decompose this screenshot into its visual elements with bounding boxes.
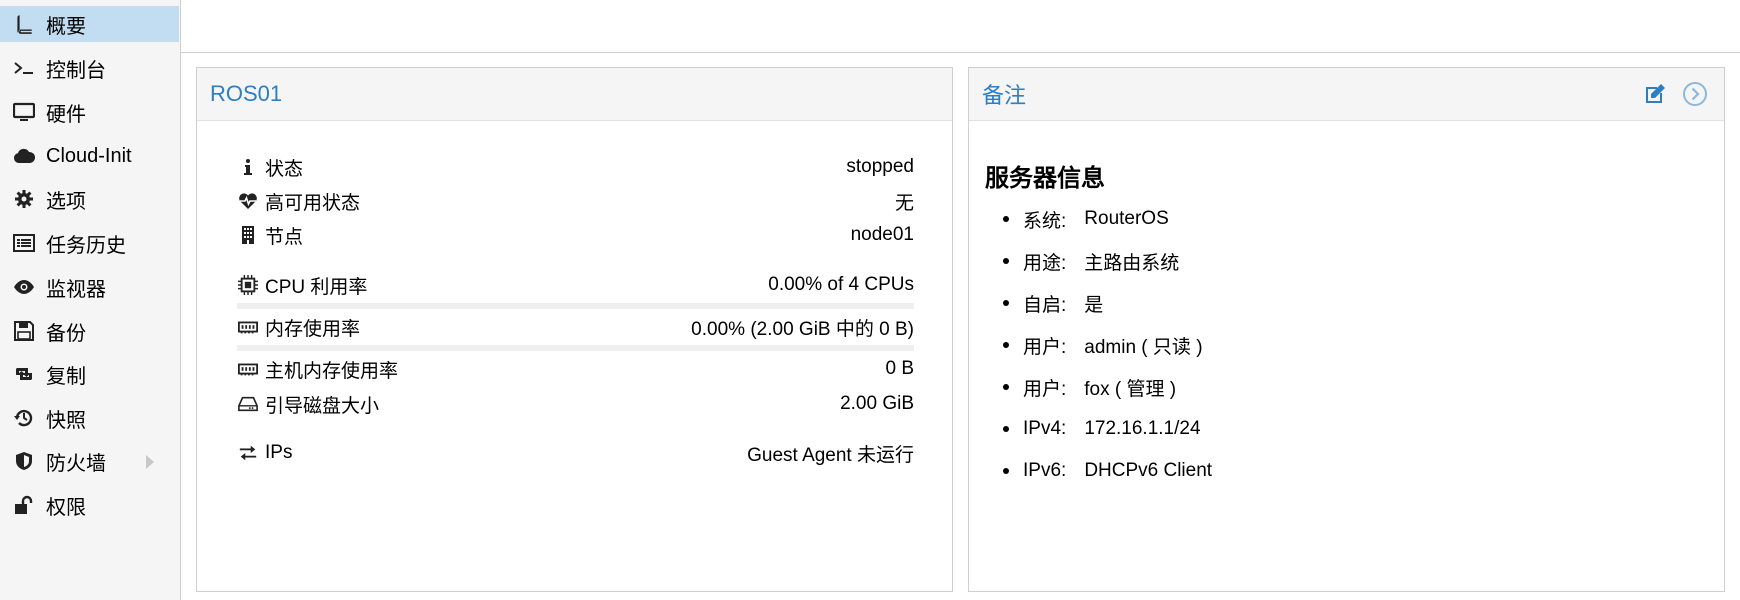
sidebar-item-firewall[interactable]: 防火墙 (0, 443, 179, 479)
sidebar-item-options[interactable]: 选项 (0, 181, 179, 217)
status-label: 状态 (265, 158, 304, 180)
exchange-icon (237, 442, 259, 464)
status-row-ips: IPs Guest Agent 未运行 (237, 438, 914, 468)
list-item: 系统: RouterOS (993, 198, 1212, 240)
status-row-state: 状态 stopped (237, 152, 914, 182)
list-item: IPv6: DHCPv6 Client (993, 450, 1212, 492)
sidebar-item-label: 权限 (46, 496, 86, 519)
sidebar-item-summary[interactable]: 概要 (0, 6, 179, 42)
sidebar-item-cloud-init[interactable]: Cloud-Init (0, 138, 179, 174)
status-label: 内存使用率 (265, 318, 361, 340)
cloud-icon (12, 144, 36, 168)
memory-icon (237, 316, 259, 338)
list-item: 用途: 主路由系统 (993, 240, 1212, 282)
shield-icon (12, 449, 36, 473)
status-value: 0.00% of 4 CPUs (768, 274, 914, 295)
list-icon (12, 231, 36, 255)
sidebar-item-replication[interactable]: 复制 (0, 356, 179, 392)
status-row-boot-disk: 引导磁盘大小 2.00 GiB (237, 389, 914, 419)
hdd-icon (237, 393, 259, 415)
sidebar-item-label: 备份 (46, 322, 86, 345)
sidebar-item-hardware[interactable]: 硬件 (0, 94, 179, 130)
sidebar-item-snapshot[interactable]: 快照 (0, 400, 179, 436)
notes-heading: 服务器信息 (985, 165, 1105, 192)
status-row-memory: 内存使用率 0.00% (2.00 GiB 中的 0 B) (237, 312, 914, 342)
sidebar-item-label: 硬件 (46, 103, 86, 126)
memory-usage-bar (237, 345, 914, 351)
status-row-host-memory: 主机内存使用率 0 B (237, 354, 914, 384)
status-value: 2.00 GiB (840, 393, 914, 414)
toolbar (181, 0, 1740, 53)
floppy-icon (12, 319, 36, 343)
heartbeat-icon (237, 190, 259, 212)
notes-panel: 备注 服务器信息 系统: RouterOS 用途: 主路由系统 自启: 是 用户: ad… (968, 67, 1725, 592)
sidebar-item-label: 监视器 (46, 278, 106, 301)
status-panel-header: ROS01 (197, 68, 952, 121)
panel-title: 备注 (982, 83, 1027, 108)
status-value: 0 B (885, 358, 914, 379)
status-label: IPs (265, 442, 293, 463)
sidebar-item-label: 任务历史 (46, 234, 126, 257)
sidebar-item-label: Cloud-Init (46, 144, 132, 167)
sidebar-item-label: 防火墙 (46, 452, 106, 475)
notes-list: 系统: RouterOS 用途: 主路由系统 自启: 是 用户: admin ( 只读 … (993, 198, 1212, 492)
list-item: 用户: fox ( 管理 ) (993, 366, 1212, 408)
list-item: 自启: 是 (993, 282, 1212, 324)
eye-icon (12, 275, 36, 299)
list-item: IPv4: 172.16.1.1/24 (993, 408, 1212, 450)
sidebar-item-monitor[interactable]: 监视器 (0, 269, 179, 305)
panel-title: ROS01 (210, 81, 283, 106)
edit-icon[interactable] (1642, 81, 1668, 107)
sidebar-item-permissions[interactable]: 权限 (0, 487, 179, 523)
status-label: 高可用状态 (265, 192, 361, 214)
building-icon (237, 224, 259, 246)
status-value: stopped (846, 156, 914, 177)
cpu-usage-bar (237, 303, 914, 309)
status-value: node01 (850, 224, 914, 245)
terminal-icon (12, 56, 36, 80)
unlock-icon (12, 493, 36, 517)
status-label: 节点 (265, 226, 304, 248)
sidebar-item-label: 复制 (46, 365, 86, 388)
sidebar: 概要 控制台 硬件 Cloud-Init 选项 任务历史 监视器 备份 复制 快… (0, 0, 181, 600)
status-row-ha: 高可用状态 无 (237, 186, 914, 216)
retweet-icon (12, 362, 36, 386)
status-row-cpu: CPU 利用率 0.00% of 4 CPUs (237, 270, 914, 300)
sidebar-item-backup[interactable]: 备份 (0, 313, 179, 349)
sidebar-item-label: 控制台 (46, 59, 106, 82)
chevron-right-icon[interactable] (146, 455, 154, 469)
list-item: 用户: admin ( 只读 ) (993, 324, 1212, 366)
sidebar-item-label: 概要 (46, 15, 86, 38)
status-panel: ROS01 状态 stopped 高可用状态 无 节点 node01 CPU 利… (196, 67, 953, 592)
status-label: CPU 利用率 (265, 276, 368, 298)
cpu-icon (237, 274, 259, 296)
sidebar-item-console[interactable]: 控制台 (0, 50, 179, 86)
memory-icon (237, 358, 259, 380)
history-icon (12, 406, 36, 430)
sidebar-item-label: 选项 (46, 190, 86, 213)
status-label: 引导磁盘大小 (265, 395, 380, 417)
book-icon (12, 12, 36, 36)
sidebar-item-label: 快照 (46, 409, 86, 432)
notes-panel-header: 备注 (969, 68, 1724, 121)
status-value: 0.00% (2.00 GiB 中的 0 B) (691, 318, 914, 340)
gear-icon (12, 187, 36, 211)
status-label: 主机内存使用率 (265, 360, 399, 382)
status-value: 无 (894, 192, 914, 214)
sidebar-item-task-history[interactable]: 任务历史 (0, 225, 179, 261)
status-value: Guest Agent 未运行 (747, 444, 914, 466)
status-row-node: 节点 node01 (237, 220, 914, 250)
monitor-icon (12, 100, 36, 124)
collapse-toggle-icon[interactable] (1682, 81, 1708, 107)
info-icon (237, 156, 259, 178)
